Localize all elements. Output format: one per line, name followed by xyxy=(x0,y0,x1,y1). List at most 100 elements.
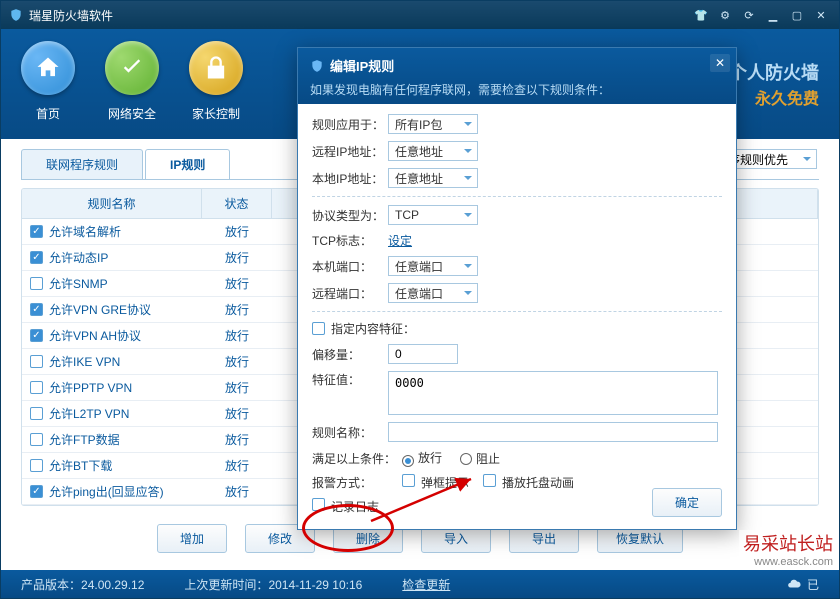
tcp-flag-link[interactable]: 设定 xyxy=(388,232,412,249)
nav-netsec-label: 网络安全 xyxy=(108,105,156,122)
row-name: 允许BT下载 xyxy=(49,457,112,474)
add-button[interactable]: 增加 xyxy=(157,524,227,553)
close-icon[interactable]: ✕ xyxy=(811,7,831,23)
row-state: 放行 xyxy=(202,480,272,503)
alert-popup-checkbox[interactable]: 弹框提示 xyxy=(402,474,469,491)
rule-name-label: 规则名称： xyxy=(312,424,388,441)
row-name: 允许VPN AH协议 xyxy=(49,327,141,344)
alert-tray-checkbox[interactable]: 播放托盘动画 xyxy=(483,474,574,491)
skin-icon[interactable]: 👕 xyxy=(691,7,711,23)
local-ip-select[interactable]: 任意地址 xyxy=(388,168,478,188)
edit-ip-rule-dialog: 编辑IP规则 如果发现电脑有任何程序联网，需要检查以下规则条件： ✕ 规则应用于… xyxy=(297,47,737,530)
row-name: 允许SNMP xyxy=(49,275,108,292)
row-name: 允许VPN GRE协议 xyxy=(49,301,151,318)
refresh-icon[interactable]: ⟳ xyxy=(739,7,759,23)
row-name: 允许ping出(回显应答) xyxy=(49,483,164,500)
settings-icon[interactable]: ⚙ xyxy=(715,7,735,23)
row-checkbox[interactable] xyxy=(30,329,43,342)
row-state: 放行 xyxy=(202,376,272,399)
tab-program-rules[interactable]: 联网程序规则 xyxy=(21,149,143,179)
col-state: 状态 xyxy=(202,189,272,218)
app-shield-icon xyxy=(9,8,23,22)
check-icon xyxy=(105,41,159,95)
ok-button[interactable]: 确定 xyxy=(652,488,722,517)
row-checkbox[interactable] xyxy=(30,381,43,394)
row-state: 放行 xyxy=(202,246,272,269)
row-state: 放行 xyxy=(202,350,272,373)
row-state: 放行 xyxy=(202,272,272,295)
row-checkbox[interactable] xyxy=(30,277,43,290)
condition-label: 满足以上条件： xyxy=(312,450,402,467)
local-port-label: 本机端口： xyxy=(312,258,388,275)
remote-port-select[interactable]: 任意端口 xyxy=(388,283,478,303)
row-checkbox[interactable] xyxy=(30,303,43,316)
statusbar: 产品版本：24.00.29.12 上次更新时间：2014-11-29 10:16… xyxy=(1,570,839,598)
feature-label: 特征值： xyxy=(312,371,388,388)
row-state: 放行 xyxy=(202,220,272,243)
row-name: 允许L2TP VPN xyxy=(49,405,129,422)
log-checkbox[interactable]: 记录日志 xyxy=(312,498,379,515)
remote-port-label: 远程端口： xyxy=(312,285,388,302)
proto-select[interactable]: TCP xyxy=(388,205,478,225)
dialog-title: 编辑IP规则 xyxy=(330,56,394,75)
row-checkbox[interactable] xyxy=(30,225,43,238)
row-checkbox[interactable] xyxy=(30,433,43,446)
rule-name-input[interactable] xyxy=(388,422,718,442)
row-checkbox[interactable] xyxy=(30,251,43,264)
apply-label: 规则应用于： xyxy=(312,116,388,133)
row-name: 允许FTP数据 xyxy=(49,431,120,448)
dialog-close-button[interactable]: ✕ xyxy=(710,54,730,72)
radio-allow[interactable]: 放行 xyxy=(402,449,442,467)
local-ip-label: 本地IP地址： xyxy=(312,170,388,187)
apply-select[interactable]: 所有IP包 xyxy=(388,114,478,134)
row-state: 放行 xyxy=(202,402,272,425)
row-checkbox[interactable] xyxy=(30,407,43,420)
row-checkbox[interactable] xyxy=(30,485,43,498)
radio-block[interactable]: 阻止 xyxy=(460,450,500,467)
local-port-select[interactable]: 任意端口 xyxy=(388,256,478,276)
minimize-icon[interactable]: ▁ xyxy=(763,7,783,23)
proto-label: 协议类型为： xyxy=(312,207,388,224)
dialog-titlebar: 编辑IP规则 如果发现电脑有任何程序联网，需要检查以下规则条件： ✕ xyxy=(298,48,736,104)
dialog-body: 规则应用于：所有IP包 远程IP地址：任意地址 本地IP地址：任意地址 协议类型… xyxy=(298,104,736,529)
dialog-subtitle: 如果发现电脑有任何程序联网，需要检查以下规则条件： xyxy=(310,81,724,98)
nav-parental-label: 家长控制 xyxy=(192,105,240,122)
watermark: 易采站长站 www.easck.com xyxy=(739,530,837,568)
row-checkbox[interactable] xyxy=(30,355,43,368)
version: 产品版本：24.00.29.12 xyxy=(21,576,144,593)
row-checkbox[interactable] xyxy=(30,459,43,472)
maximize-icon[interactable]: ▢ xyxy=(787,7,807,23)
dialog-shield-icon xyxy=(310,59,324,73)
nav-netsec[interactable]: 网络安全 xyxy=(105,41,159,122)
remote-ip-label: 远程IP地址： xyxy=(312,143,388,160)
lock-icon xyxy=(189,41,243,95)
offset-input[interactable] xyxy=(388,344,458,364)
row-name: 允许动态IP xyxy=(49,249,108,266)
offset-label: 偏移量： xyxy=(312,346,388,363)
feature-textarea[interactable] xyxy=(388,371,718,415)
status-right: 已 xyxy=(787,576,819,593)
row-name: 允许域名解析 xyxy=(49,223,121,240)
row-name: 允许PPTP VPN xyxy=(49,379,132,396)
content-feature-checkbox[interactable] xyxy=(312,322,325,335)
home-icon xyxy=(21,41,75,95)
alert-label: 报警方式： xyxy=(312,474,402,491)
last-update: 上次更新时间：2014-11-29 10:16 xyxy=(184,576,362,593)
row-name: 允许IKE VPN xyxy=(49,353,120,370)
nav-parental[interactable]: 家长控制 xyxy=(189,41,243,122)
cloud-icon xyxy=(787,577,801,591)
check-update-link[interactable]: 检查更新 xyxy=(402,576,450,593)
tab-ip-rules[interactable]: IP规则 xyxy=(145,149,230,179)
app-title: 瑞星防火墙软件 xyxy=(29,7,113,24)
col-name: 规则名称 xyxy=(22,189,202,218)
row-state: 放行 xyxy=(202,298,272,321)
remote-ip-select[interactable]: 任意地址 xyxy=(388,141,478,161)
titlebar: 瑞星防火墙软件 👕 ⚙ ⟳ ▁ ▢ ✕ xyxy=(1,1,839,29)
row-state: 放行 xyxy=(202,428,272,451)
tcp-flag-label: TCP标志： xyxy=(312,232,388,249)
row-state: 放行 xyxy=(202,324,272,347)
nav-home[interactable]: 首页 xyxy=(21,41,75,122)
row-state: 放行 xyxy=(202,454,272,477)
nav-home-label: 首页 xyxy=(36,105,60,122)
content-feature-label: 指定内容特征： xyxy=(331,320,415,337)
